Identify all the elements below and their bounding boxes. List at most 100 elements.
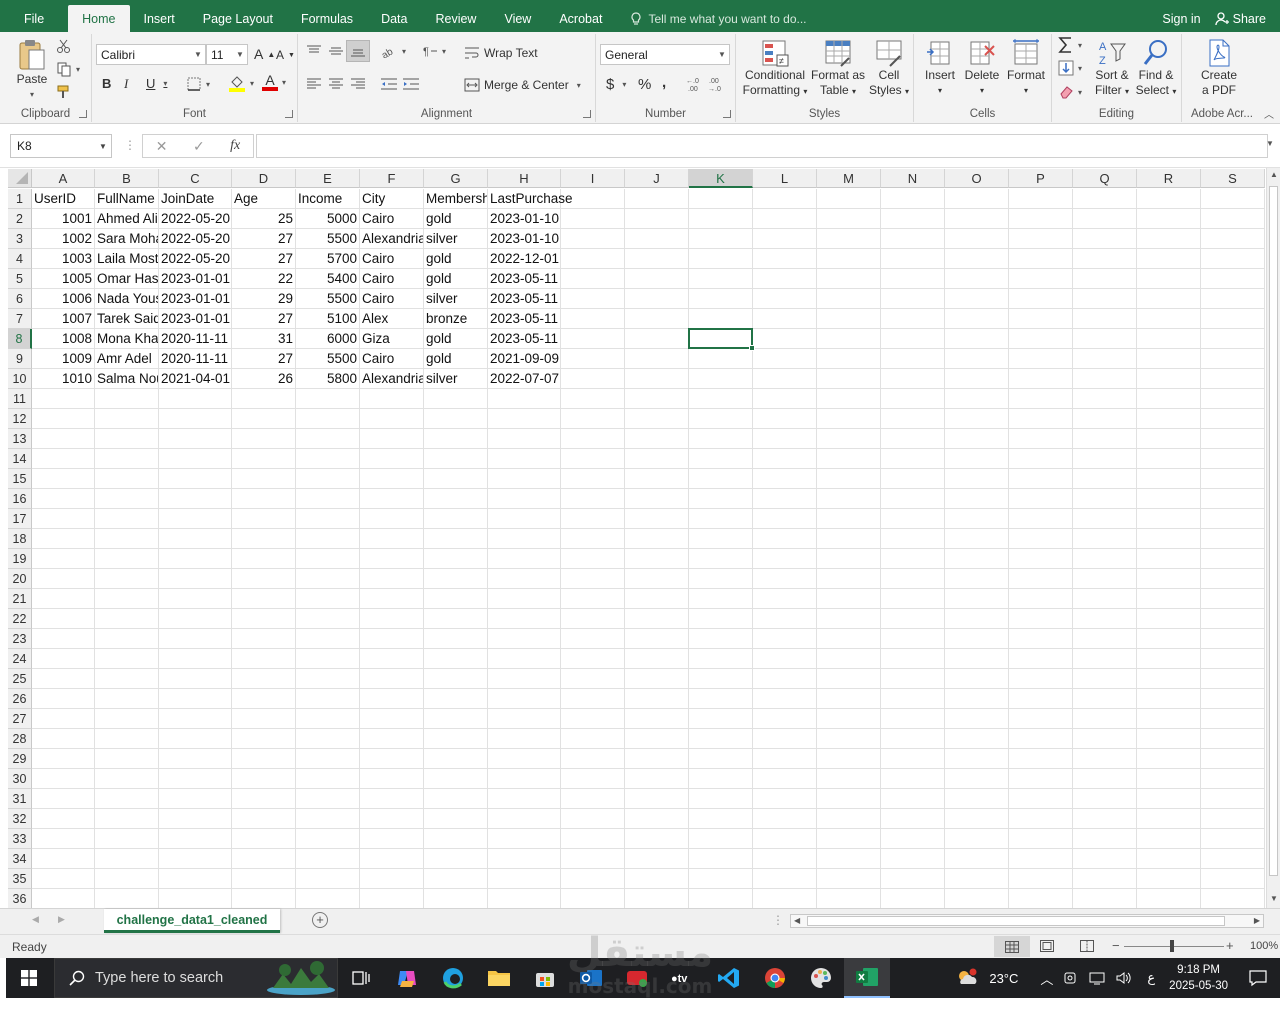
cell-q19[interactable] [1073,549,1137,569]
cell-e32[interactable] [296,809,360,829]
cell-a11[interactable] [32,389,95,409]
cell-o23[interactable] [945,629,1009,649]
cell-d4[interactable]: 27 [232,249,296,269]
cell-l25[interactable] [753,669,817,689]
cell-m17[interactable] [817,509,881,529]
cell-a12[interactable] [32,409,95,429]
cell-g28[interactable] [424,729,488,749]
cell-s13[interactable] [1201,429,1265,449]
column-header-i[interactable]: I [561,169,625,188]
cell-g14[interactable] [424,449,488,469]
cell-r18[interactable] [1137,529,1201,549]
cell-d14[interactable] [232,449,296,469]
cell-k12[interactable] [689,409,753,429]
task-view-button[interactable] [338,958,384,998]
cell-p18[interactable] [1009,529,1073,549]
cell-f6[interactable]: Cairo [360,289,424,309]
new-sheet-button[interactable]: + [312,912,328,928]
cell-p11[interactable] [1009,389,1073,409]
cell-n5[interactable] [881,269,945,289]
cell-c28[interactable] [159,729,232,749]
cell-q3[interactable] [1073,229,1137,249]
cell-b26[interactable] [95,689,159,709]
cell-d13[interactable] [232,429,296,449]
cell-j11[interactable] [625,389,689,409]
row-header-26[interactable]: 26 [8,689,32,709]
cell-a13[interactable] [32,429,95,449]
zoom-out-button[interactable]: − [1112,938,1120,953]
cell-i25[interactable] [561,669,625,689]
cell-o27[interactable] [945,709,1009,729]
cell-s5[interactable] [1201,269,1265,289]
cell-e29[interactable] [296,749,360,769]
cell-e18[interactable] [296,529,360,549]
cell-c33[interactable] [159,829,232,849]
cell-o1[interactable] [945,189,1009,209]
cell-c17[interactable] [159,509,232,529]
cell-l19[interactable] [753,549,817,569]
cell-b20[interactable] [95,569,159,589]
cell-s15[interactable] [1201,469,1265,489]
cell-j29[interactable] [625,749,689,769]
cell-e1[interactable]: Income [296,189,360,209]
cell-n21[interactable] [881,589,945,609]
cell-h34[interactable] [488,849,561,869]
cell-b36[interactable] [95,889,159,908]
cell-n1[interactable] [881,189,945,209]
cell-m35[interactable] [817,869,881,889]
cell-q18[interactable] [1073,529,1137,549]
cell-f28[interactable] [360,729,424,749]
cell-k8[interactable] [689,329,753,349]
cell-k33[interactable] [689,829,753,849]
cell-n34[interactable] [881,849,945,869]
cell-o35[interactable] [945,869,1009,889]
decrease-decimal-button[interactable]: .00 →.0 [708,76,726,92]
cell-h23[interactable] [488,629,561,649]
cell-a36[interactable] [32,889,95,908]
cell-c18[interactable] [159,529,232,549]
cell-p19[interactable] [1009,549,1073,569]
cell-f25[interactable] [360,669,424,689]
cell-c1[interactable]: JoinDate [159,189,232,209]
cell-e6[interactable]: 5500 [296,289,360,309]
cell-f21[interactable] [360,589,424,609]
cell-b24[interactable] [95,649,159,669]
cell-p8[interactable] [1009,329,1073,349]
cut-button[interactable] [56,38,72,54]
cell-n9[interactable] [881,349,945,369]
cell-d18[interactable] [232,529,296,549]
row-header-5[interactable]: 5 [8,269,32,289]
cell-r7[interactable] [1137,309,1201,329]
cell-i5[interactable] [561,269,625,289]
column-header-m[interactable]: M [817,169,881,188]
expand-formula-icon[interactable]: ▼ [1266,139,1274,148]
cell-f16[interactable] [360,489,424,509]
cell-b12[interactable] [95,409,159,429]
cell-a7[interactable]: 1007 [32,309,95,329]
cell-i29[interactable] [561,749,625,769]
tell-me-box[interactable]: Tell me what you want to do... [616,5,807,32]
cell-h36[interactable] [488,889,561,908]
cell-m10[interactable] [817,369,881,389]
cell-q24[interactable] [1073,649,1137,669]
cell-p15[interactable] [1009,469,1073,489]
cell-k6[interactable] [689,289,753,309]
cell-f1[interactable]: City [360,189,424,209]
cell-r28[interactable] [1137,729,1201,749]
cell-h19[interactable] [488,549,561,569]
cell-p13[interactable] [1009,429,1073,449]
cell-f36[interactable] [360,889,424,908]
cell-r8[interactable] [1137,329,1201,349]
cell-o15[interactable] [945,469,1009,489]
cell-a17[interactable] [32,509,95,529]
cell-i6[interactable] [561,289,625,309]
cell-j23[interactable] [625,629,689,649]
cell-i15[interactable] [561,469,625,489]
cell-q12[interactable] [1073,409,1137,429]
cell-e34[interactable] [296,849,360,869]
cell-k28[interactable] [689,729,753,749]
cell-l35[interactable] [753,869,817,889]
cell-b13[interactable] [95,429,159,449]
cell-r9[interactable] [1137,349,1201,369]
input-language-indicator[interactable]: ع [1147,970,1155,986]
